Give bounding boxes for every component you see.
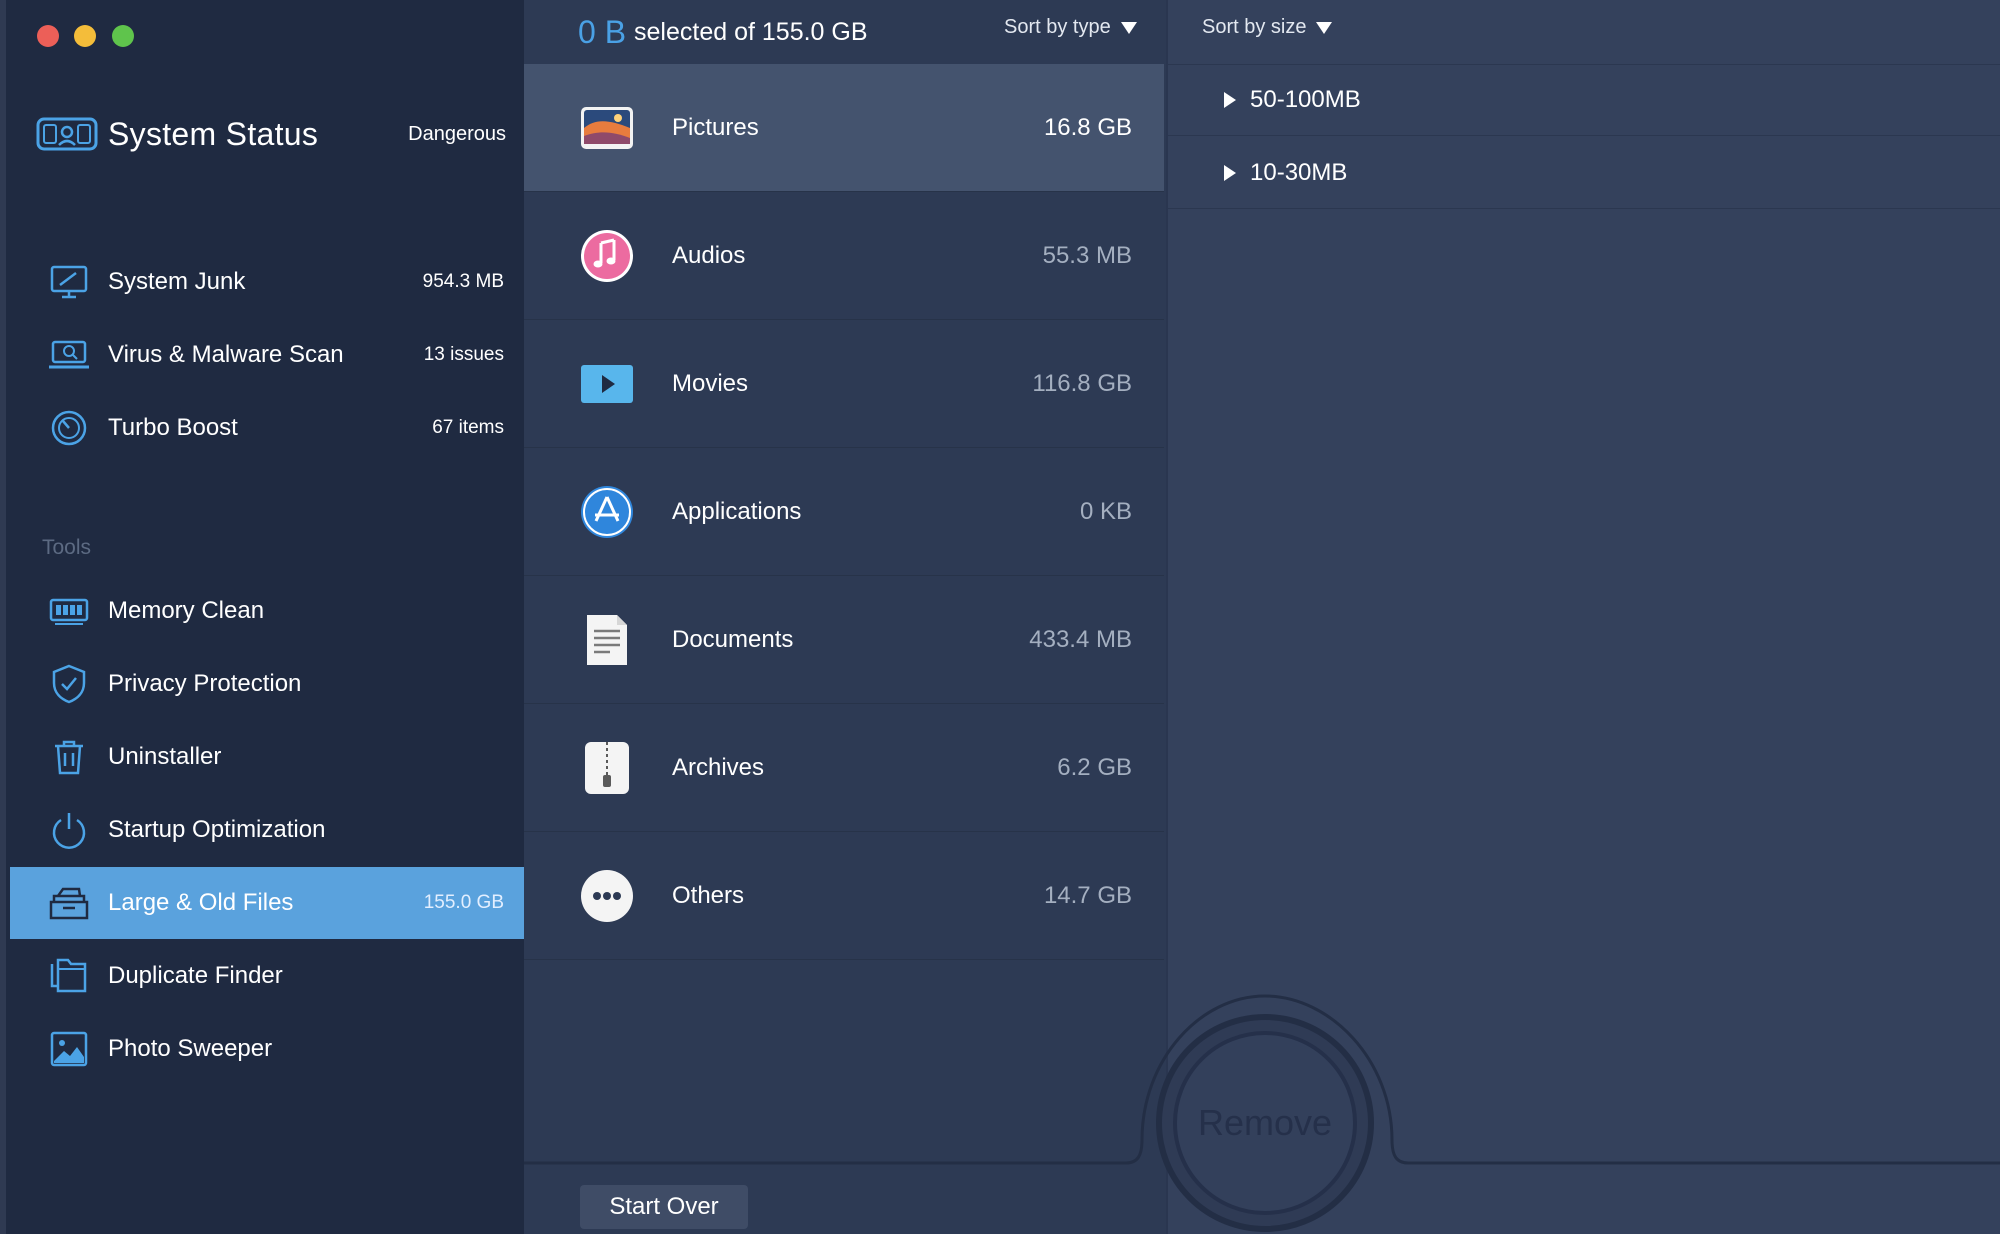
category-row-archives[interactable]: Archives 6.2 GB (524, 704, 1164, 832)
sidebar-item-label: Privacy Protection (108, 670, 302, 697)
trash-icon (48, 736, 90, 778)
file-box-icon (48, 882, 90, 924)
shield-icon (48, 663, 90, 705)
sidebar-item-label: Startup Optimization (108, 816, 326, 843)
sort-by-type-label: Sort by type (1004, 16, 1111, 38)
selected-amount: 0 B (578, 13, 627, 50)
duplicate-icon (48, 955, 90, 997)
selected-total-text: selected of 155.0 GB (634, 17, 868, 46)
category-size: 6.2 GB (1057, 753, 1132, 781)
sidebar: System Status Dangerous System Junk 954.… (0, 0, 530, 1234)
sidebar-item-turbo-boost[interactable]: Turbo Boost 67 items (10, 392, 530, 464)
sidebar-item-label: Photo Sweeper (108, 1035, 273, 1062)
sidebar-item-value: 954.3 MB (422, 271, 504, 292)
system-status-title: System Status (108, 115, 319, 152)
photo-icon (48, 1028, 90, 1070)
sort-by-size-label: Sort by size (1202, 16, 1307, 38)
sidebar-item-privacy-protection[interactable]: Privacy Protection (10, 648, 530, 720)
sidebar-item-system-junk[interactable]: System Junk 954.3 MB (10, 246, 530, 318)
sidebar-item-label: Uninstaller (108, 743, 222, 770)
laptop-scan-icon (48, 334, 90, 376)
sidebar-item-uninstaller[interactable]: Uninstaller (10, 721, 530, 793)
chevron-down-icon (1316, 21, 1333, 34)
category-row-applications[interactable]: Applications 0 KB (524, 448, 1164, 576)
category-size: 433.4 MB (1029, 625, 1132, 653)
size-group-label: 10-30MB (1250, 158, 1348, 186)
category-label: Documents (672, 625, 794, 653)
category-row-movies[interactable]: Movies 116.8 GB (524, 320, 1164, 448)
category-row-pictures[interactable]: Pictures 16.8 GB (524, 64, 1164, 192)
sort-by-type-button[interactable]: Sort by type (1004, 16, 1137, 39)
speedometer-icon (48, 407, 90, 449)
zip-icon (578, 739, 636, 797)
category-size: 0 KB (1079, 497, 1132, 525)
zoom-window-button[interactable] (112, 25, 134, 47)
sidebar-item-photo-sweeper[interactable]: Photo Sweeper (10, 1013, 530, 1085)
minimize-window-button[interactable] (74, 25, 96, 47)
start-over-button[interactable]: Start Over (580, 1185, 748, 1229)
sidebar-item-label: Turbo Boost (108, 414, 238, 441)
category-row-others[interactable]: Others 14.7 GB (524, 832, 1164, 960)
app-store-icon (578, 483, 636, 541)
system-status-row[interactable]: System Status Dangerous (36, 108, 506, 160)
system-status-icon (36, 113, 98, 155)
sidebar-item-label: Virus & Malware Scan (108, 341, 344, 368)
category-label: Applications (672, 497, 802, 525)
sidebar-item-label: Duplicate Finder (108, 962, 283, 989)
sidebar-item-value: 155.0 GB (423, 892, 504, 913)
memory-icon (48, 590, 90, 632)
category-row-documents[interactable]: Documents 433.4 MB (524, 576, 1164, 704)
disclosure-triangle-icon (1224, 91, 1236, 108)
tools-section-header: Tools (42, 536, 92, 559)
category-size: 55.3 MB (1042, 241, 1132, 269)
size-group-50-100mb[interactable]: 50-100MB (1168, 64, 2000, 136)
sidebar-item-label: System Junk (108, 268, 246, 295)
category-size: 16.8 GB (1043, 113, 1132, 141)
system-status-value: Dangerous (408, 122, 506, 145)
remove-button[interactable]: Remove (1154, 1012, 1376, 1234)
document-icon (578, 611, 636, 669)
monitor-icon (48, 261, 90, 303)
category-label: Archives (672, 753, 765, 781)
sidebar-item-startup-optimization[interactable]: Startup Optimization (10, 794, 530, 866)
sidebar-item-value: 67 items (432, 417, 504, 438)
power-icon (48, 809, 90, 851)
play-icon (578, 355, 636, 413)
category-label: Audios (672, 241, 746, 269)
sidebar-item-large-old-files[interactable]: Large & Old Files 155.0 GB (10, 867, 530, 939)
pictures-icon (578, 99, 636, 157)
sidebar-item-memory-clean[interactable]: Memory Clean (10, 575, 530, 647)
category-panel: 0 B selected of 155.0 GB Sort by type Pi… (524, 0, 1166, 1234)
category-label: Pictures (672, 113, 759, 141)
category-label: Others (672, 881, 745, 909)
size-group-label: 50-100MB (1250, 85, 1361, 113)
sort-by-size-button[interactable]: Sort by size (1202, 16, 1333, 39)
category-size: 116.8 GB (1032, 369, 1132, 397)
chevron-down-icon (1120, 21, 1137, 34)
remove-label: Remove (1197, 1102, 1333, 1143)
disclosure-triangle-icon (1224, 164, 1236, 181)
music-icon (578, 227, 636, 285)
sidebar-item-label: Large & Old Files (108, 889, 294, 916)
category-row-audios[interactable]: Audios 55.3 MB (524, 192, 1164, 320)
category-size: 14.7 GB (1043, 881, 1132, 909)
sidebar-item-label: Memory Clean (108, 597, 265, 624)
more-icon (578, 867, 636, 925)
sidebar-item-duplicate-finder[interactable]: Duplicate Finder (10, 940, 530, 1012)
sidebar-item-value: 13 issues (423, 344, 504, 365)
close-window-button[interactable] (37, 25, 59, 47)
size-group-10-30mb[interactable]: 10-30MB (1168, 137, 2000, 209)
sidebar-item-virus-malware-scan[interactable]: Virus & Malware Scan 13 issues (10, 319, 530, 391)
category-label: Movies (672, 369, 749, 397)
